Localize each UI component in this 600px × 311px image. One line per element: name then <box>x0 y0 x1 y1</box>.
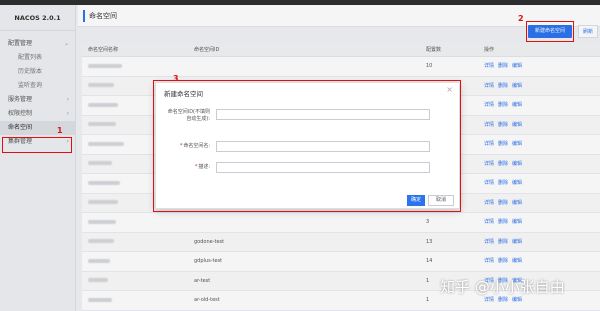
annotation-box-2 <box>526 21 574 42</box>
annotation-number-2: 2 <box>518 14 524 23</box>
annotation-box-3 <box>153 80 461 212</box>
annotation-number-1: 1 <box>57 126 63 135</box>
annotation-number-3: 3 <box>173 74 179 83</box>
watermark: 知乎 @小小张自由 <box>440 278 565 296</box>
annotation-box-1 <box>2 137 72 153</box>
